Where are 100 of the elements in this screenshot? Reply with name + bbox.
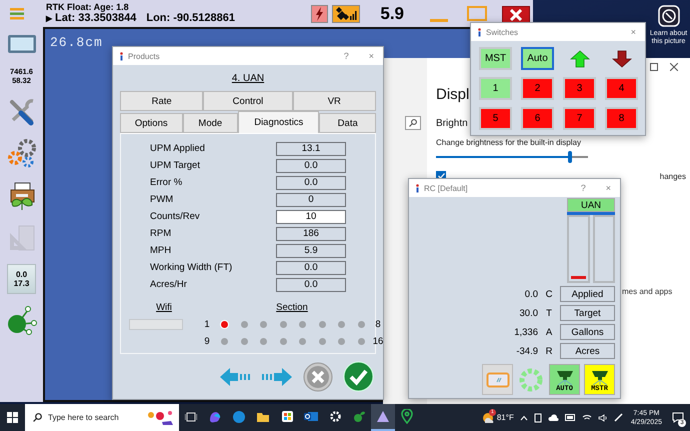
section-button[interactable]: 5 [479, 107, 512, 130]
settings-icon[interactable] [6, 137, 38, 169]
map-pin-icon [401, 409, 413, 424]
window-title: Products [128, 52, 160, 60]
sprout-icon [352, 410, 366, 423]
gps-signal-button[interactable] [332, 4, 360, 22]
tab[interactable]: VR [292, 91, 376, 111]
maximize-icon[interactable] [650, 63, 658, 71]
cloud-icon[interactable] [548, 414, 559, 422]
wifi-icon[interactable] [582, 414, 592, 422]
help-button[interactable]: ? [340, 51, 352, 61]
chevron-up-icon[interactable] [520, 414, 528, 420]
reading-code: T [545, 308, 553, 318]
up-button[interactable] [570, 50, 590, 68]
reading-value: -34.9 [515, 346, 538, 356]
reading-button[interactable]: Acres [560, 343, 615, 359]
close-button[interactable]: × [602, 183, 614, 193]
cancel-icon [303, 362, 333, 392]
triangle-app-icon [376, 410, 390, 424]
search-icon [33, 413, 42, 422]
section-button[interactable]: 4 [605, 77, 638, 100]
close-icon [510, 8, 522, 20]
ok-button[interactable] [343, 361, 374, 392]
stripe [567, 212, 615, 215]
windows-icon [7, 412, 18, 423]
reading-value: 0.0 [524, 288, 538, 300]
tab[interactable]: Control [203, 91, 293, 111]
power-button[interactable] [311, 4, 328, 22]
value-field: 0.0 [276, 176, 346, 190]
app-icon [477, 28, 482, 36]
value-field: 186 [276, 226, 346, 240]
display-icon [486, 372, 510, 388]
left-arrow-icon [219, 366, 251, 386]
folder-icon [256, 410, 270, 422]
tab[interactable]: Data [319, 113, 376, 133]
longitude-text: Lon: -90.5128861 [146, 12, 235, 25]
lightning-icon [315, 6, 324, 20]
section-button[interactable]: 6 [521, 107, 554, 130]
help-button[interactable]: ? [578, 183, 589, 193]
value-field: 0.0 [276, 278, 346, 292]
close-button[interactable]: × [366, 51, 377, 61]
tab[interactable]: Options [120, 113, 183, 133]
section-button[interactable]: 2 [521, 77, 554, 100]
window-title: Switches [486, 28, 518, 36]
check-icon [343, 361, 374, 392]
down-button[interactable] [612, 50, 632, 68]
app-icon [119, 52, 124, 60]
tab[interactable]: Diagnostics [238, 111, 320, 133]
close-icon[interactable] [670, 63, 678, 71]
close-button[interactable] [502, 6, 530, 24]
section-button[interactable]: 8 [605, 107, 638, 130]
latitude-text: Lat: 33.3503844 [55, 12, 136, 25]
product-title: 4. UAN [232, 73, 264, 84]
volume-icon[interactable] [598, 414, 608, 422]
section-button[interactable]: 3 [563, 77, 596, 100]
product-label: UAN [567, 198, 615, 212]
reading-code: R [544, 346, 554, 356]
reading-button[interactable]: Gallons [560, 324, 615, 340]
copilot-icon [208, 410, 222, 424]
section-button[interactable]: 1 [479, 77, 512, 100]
field-label: MPH [149, 245, 172, 256]
tank-gauge [567, 215, 590, 283]
readout-button[interactable]: 0.0 17.3 [7, 264, 36, 294]
up-arrow-icon [570, 50, 590, 68]
reading-code: C [544, 288, 554, 300]
close-button[interactable]: × [628, 27, 639, 37]
input-field[interactable]: 10 [276, 210, 346, 224]
window-title: RC [Default] [424, 184, 468, 192]
settings-icon [328, 410, 342, 423]
tab[interactable]: Rate [120, 91, 204, 111]
value-field: 0.0 [276, 158, 346, 172]
search-icon [409, 119, 417, 127]
network-node-icon[interactable] [6, 305, 38, 335]
gps-status: RTK Float: Age: 1.8 [46, 2, 130, 12]
reading-button[interactable]: Target [560, 305, 615, 321]
right-arrow-icon [261, 366, 293, 386]
search-field[interactable]: Type here to search [48, 413, 139, 422]
weather-icon [482, 412, 494, 424]
app-icon [415, 184, 420, 192]
search-field[interactable] [405, 116, 421, 130]
reading-button[interactable]: Applied [560, 286, 615, 302]
monitor-icon[interactable] [6, 34, 36, 56]
section-number: 9 [203, 336, 211, 347]
section-button[interactable]: 7 [563, 107, 596, 130]
mail-icon [304, 410, 318, 423]
section-heading: Brightn [436, 118, 468, 129]
down-arrow-icon [612, 50, 632, 68]
satellite-signal-icon [335, 6, 358, 20]
tab[interactable]: Mode [182, 113, 238, 133]
field-label: RPM [149, 228, 172, 239]
chat-icon [672, 412, 684, 423]
checkbox-label: hanges [660, 172, 686, 180]
setting-text: mes and apps [622, 287, 672, 296]
battery-icon[interactable] [564, 414, 576, 421]
wifi-label: Wifi [156, 302, 172, 313]
cancel-button[interactable] [303, 362, 333, 392]
brightness-label: Change brightness for the built-in display [436, 138, 582, 147]
device-icon[interactable] [534, 412, 542, 422]
mode-button[interactable]: Auto [521, 47, 554, 70]
mode-button[interactable]: MST [479, 47, 512, 70]
